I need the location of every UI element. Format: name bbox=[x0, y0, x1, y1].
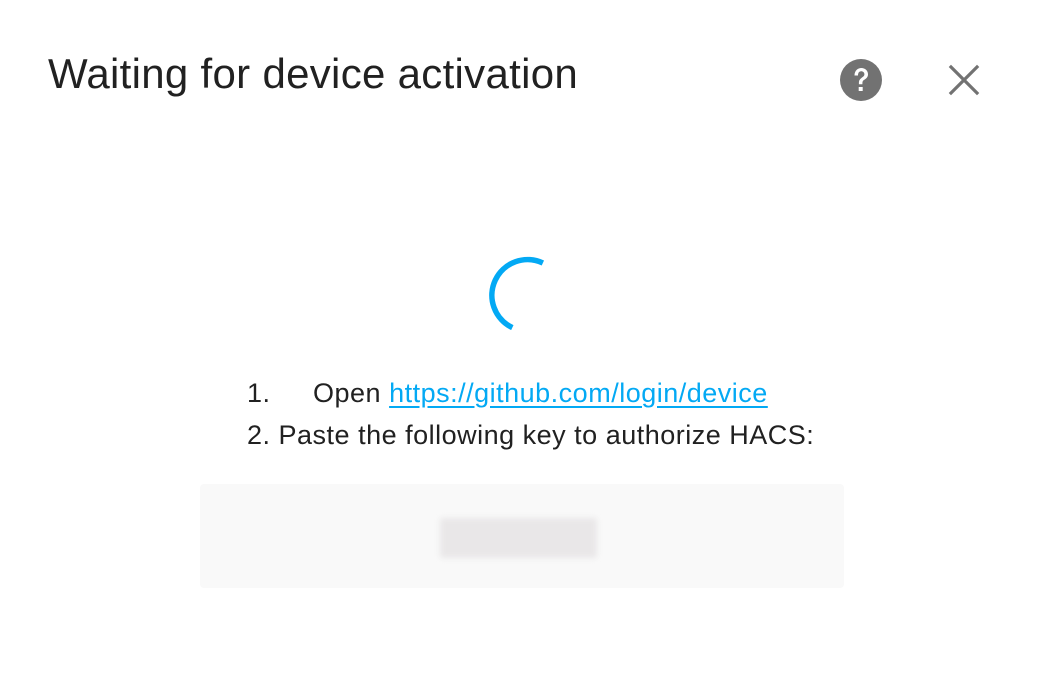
close-icon bbox=[948, 64, 980, 96]
device-code-value bbox=[440, 518, 597, 558]
step-1-text: Open bbox=[313, 378, 382, 408]
help-button[interactable] bbox=[839, 58, 883, 102]
github-device-link[interactable]: https://github.com/login/device bbox=[389, 378, 768, 408]
device-activation-dialog: Waiting for device activation 1. Open htt… bbox=[0, 0, 1044, 688]
step-1-number: 1. bbox=[247, 378, 271, 408]
dialog-title: Waiting for device activation bbox=[48, 50, 579, 97]
loading-spinner bbox=[478, 250, 558, 331]
help-circle-icon bbox=[840, 59, 882, 101]
close-button[interactable] bbox=[940, 56, 988, 104]
device-code-box[interactable] bbox=[200, 484, 844, 588]
step-1: 1. Open https://github.com/login/device bbox=[247, 372, 768, 414]
loading-spinner-icon bbox=[489, 256, 545, 331]
step-2: 2. Paste the following key to authorize … bbox=[247, 420, 815, 450]
